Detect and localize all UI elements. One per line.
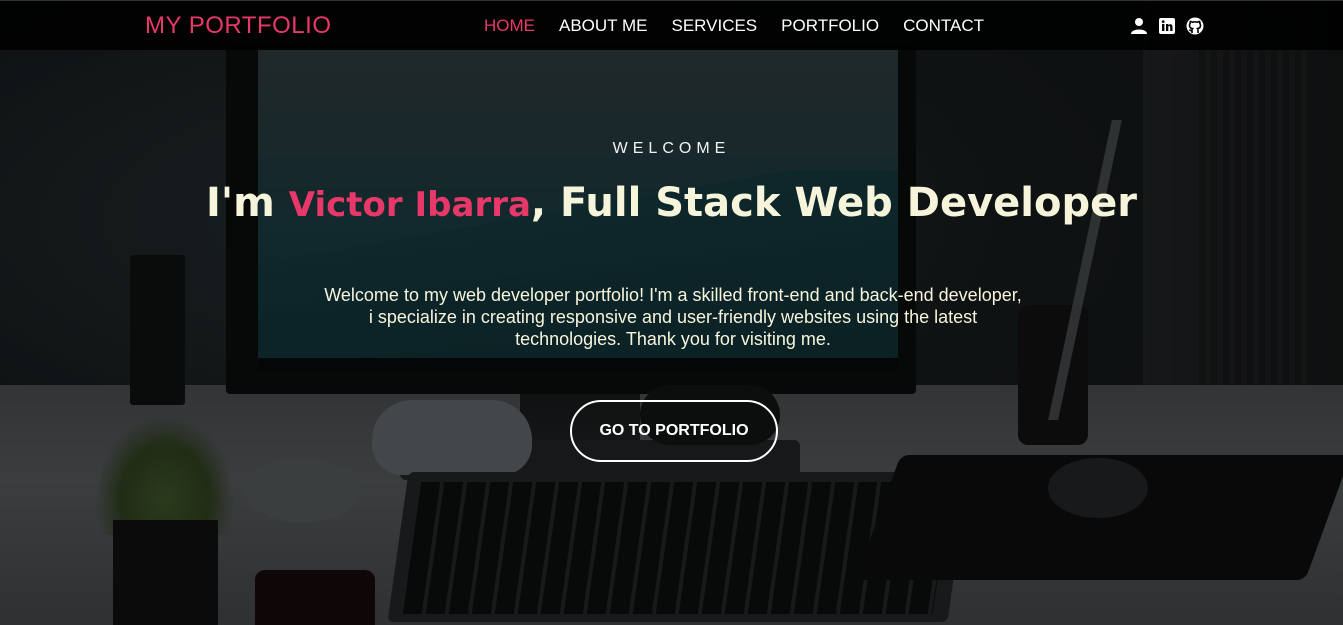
navbar: MY PORTFOLIO HOME ABOUT ME SERVICES PORT… xyxy=(0,0,1343,50)
headline-prefix: I'm xyxy=(206,180,289,226)
nav-link-contact[interactable]: CONTACT xyxy=(903,16,984,36)
nav-item-contact: CONTACT xyxy=(903,16,1008,36)
nav-item-home: HOME xyxy=(484,16,559,36)
user-icon[interactable] xyxy=(1130,17,1148,35)
nav-item-services: SERVICES xyxy=(671,16,781,36)
hero-intro-text: Welcome to my web developer portfolio! I… xyxy=(324,285,1022,349)
nav-item-portfolio: PORTFOLIO xyxy=(781,16,903,36)
nav-links: HOME ABOUT ME SERVICES PORTFOLIO CONTACT xyxy=(484,16,1008,36)
nav-link-services[interactable]: SERVICES xyxy=(671,16,757,36)
github-icon[interactable] xyxy=(1186,17,1204,35)
brand-logo[interactable]: MY PORTFOLIO xyxy=(145,12,331,40)
linkedin-icon[interactable] xyxy=(1158,17,1176,35)
headline-name: Victor Ibarra xyxy=(288,185,531,225)
headline-suffix: , Full Stack Web Developer xyxy=(530,180,1137,226)
hero-headline: I'm Victor Ibarra, Full Stack Web Develo… xyxy=(0,180,1343,226)
hero-section: MY PORTFOLIO HOME ABOUT ME SERVICES PORT… xyxy=(0,0,1343,625)
social-links xyxy=(1130,17,1204,35)
hero-eyebrow: WELCOME xyxy=(612,140,731,157)
go-to-portfolio-button[interactable]: GO TO PORTFOLIO xyxy=(570,400,778,462)
nav-link-home[interactable]: HOME xyxy=(484,16,535,36)
nav-link-portfolio[interactable]: PORTFOLIO xyxy=(781,16,879,36)
hero-content: WELCOME I'm Victor Ibarra, Full Stack We… xyxy=(0,0,1343,625)
nav-link-about-me[interactable]: ABOUT ME xyxy=(559,16,647,36)
nav-item-about: ABOUT ME xyxy=(559,16,671,36)
